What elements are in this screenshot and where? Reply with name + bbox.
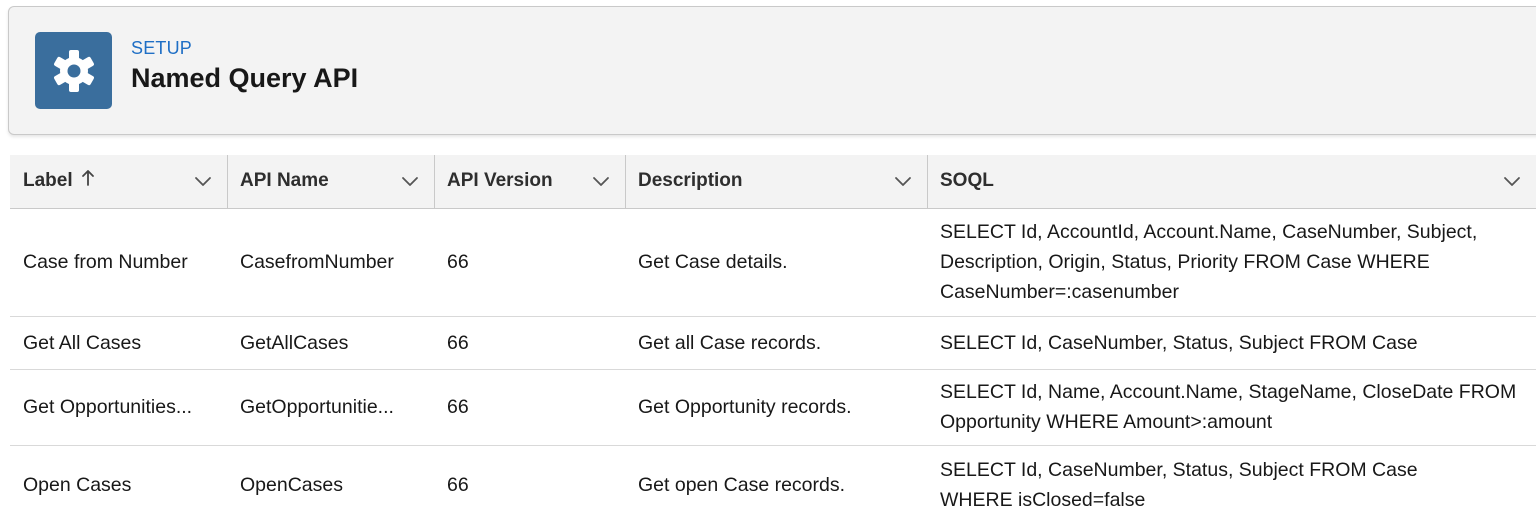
column-header-text: Label [23, 170, 73, 192]
sort-ascending-icon[interactable] [81, 169, 95, 193]
cell-description: Get open Case records. [625, 445, 927, 520]
gear-icon [35, 32, 112, 109]
cell-label[interactable]: Open Cases [10, 445, 227, 520]
cell-soql: SELECT Id, Name, Account.Name, StageName… [927, 369, 1536, 446]
cell-api-version: 66 [434, 208, 625, 317]
column-header-text: SOQL [940, 170, 994, 192]
chevron-down-icon[interactable] [399, 170, 421, 192]
cell-description: Get Case details. [625, 208, 927, 317]
column-header-description[interactable]: Description [625, 155, 927, 209]
cell-soql: SELECT Id, CaseNumber, Status, Subject F… [927, 316, 1536, 370]
table-row[interactable]: Open Cases OpenCases 66 Get open Case re… [10, 445, 1536, 520]
page-title: Named Query API [131, 63, 359, 93]
query-table: Label API Name API Version Description S… [10, 155, 1536, 520]
chevron-down-icon[interactable] [1501, 170, 1523, 192]
cell-soql: SELECT Id, CaseNumber, Status, Subject F… [927, 445, 1536, 520]
cell-label[interactable]: Get All Cases [10, 316, 227, 370]
table-header-row: Label API Name API Version Description S… [10, 155, 1536, 209]
cell-api-name: GetOpportunitie... [227, 369, 434, 446]
cell-api-version: 66 [434, 316, 625, 370]
table-row[interactable]: Case from Number CasefromNumber 66 Get C… [10, 208, 1536, 317]
breadcrumb: SETUP [131, 38, 193, 58]
chevron-down-icon[interactable] [192, 170, 214, 192]
cell-label[interactable]: Case from Number [10, 208, 227, 317]
chevron-down-icon[interactable] [892, 170, 914, 192]
cell-label[interactable]: Get Opportunities... [10, 369, 227, 446]
column-header-text: Description [638, 170, 743, 192]
chevron-down-icon[interactable] [590, 170, 612, 192]
table-row[interactable]: Get All Cases GetAllCases 66 Get all Cas… [10, 316, 1536, 370]
column-header-api-name[interactable]: API Name [227, 155, 434, 209]
cell-api-version: 66 [434, 369, 625, 446]
cell-api-version: 66 [434, 445, 625, 520]
cell-api-name: CasefromNumber [227, 208, 434, 317]
page-header: SETUP Named Query API [8, 6, 1536, 135]
column-header-label[interactable]: Label [10, 155, 227, 209]
cell-description: Get all Case records. [625, 316, 927, 370]
table-row[interactable]: Get Opportunities... GetOpportunitie... … [10, 369, 1536, 446]
cell-api-name: GetAllCases [227, 316, 434, 370]
column-header-text: API Version [447, 170, 553, 192]
cell-api-name: OpenCases [227, 445, 434, 520]
column-header-text: API Name [240, 170, 329, 192]
column-header-api-version[interactable]: API Version [434, 155, 625, 209]
column-header-soql[interactable]: SOQL [927, 155, 1536, 209]
cell-description: Get Opportunity records. [625, 369, 927, 446]
cell-soql: SELECT Id, AccountId, Account.Name, Case… [927, 208, 1536, 317]
